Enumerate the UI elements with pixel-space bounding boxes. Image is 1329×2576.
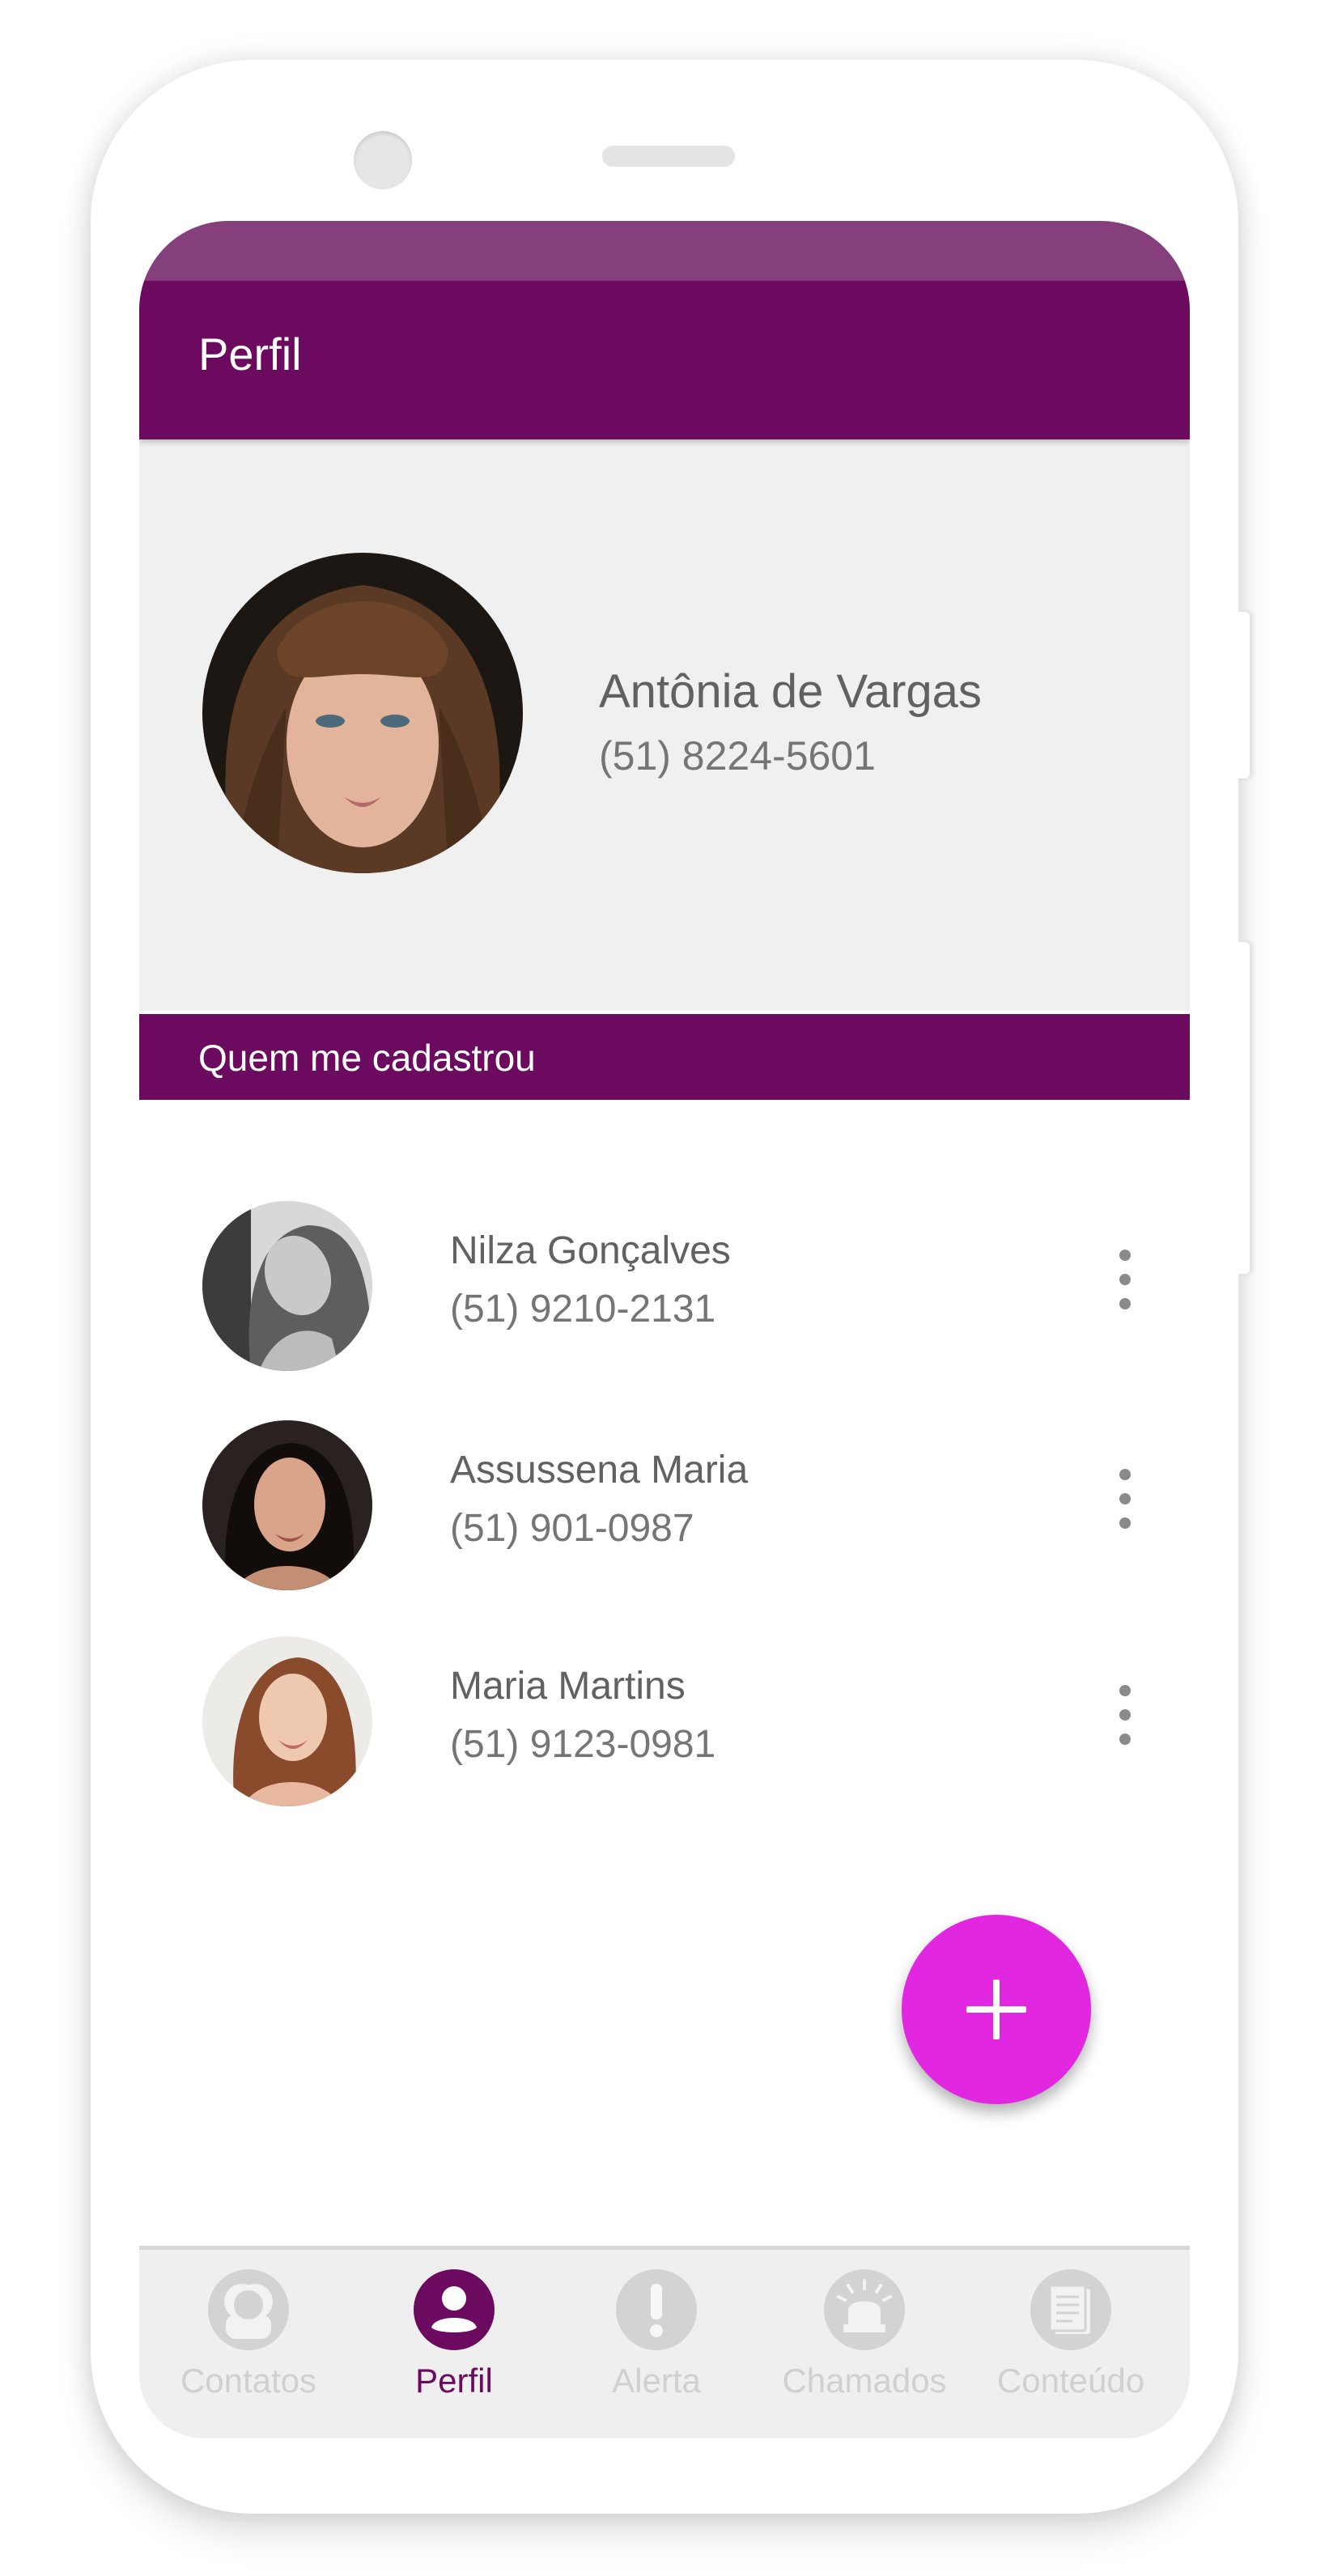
more-vert-icon[interactable]	[1109, 1469, 1141, 1542]
contact-item[interactable]: Maria Martins (51) 9123-0981	[139, 1636, 1190, 1814]
nav-label: Chamados	[782, 2362, 947, 2400]
contact-avatar	[202, 1636, 372, 1806]
contact-item[interactable]: Nilza Gonçalves (51) 9210-2131	[139, 1201, 1190, 1379]
status-bar	[139, 221, 1190, 281]
contact-phone: (51) 901-0987	[450, 1507, 694, 1550]
contact-avatar	[202, 1201, 372, 1371]
earpiece-speaker	[602, 146, 735, 167]
profile-phone: (51) 8224-5601	[599, 733, 876, 779]
nav-item-alerta[interactable]: Alerta	[551, 2250, 762, 2438]
nav-label: Conteúdo	[996, 2362, 1145, 2400]
nav-item-chamados[interactable]: Chamados	[759, 2250, 970, 2438]
alert-icon	[616, 2269, 697, 2350]
contact-avatar	[202, 1420, 372, 1590]
siren-icon	[824, 2269, 905, 2350]
power-button	[1237, 612, 1250, 779]
bottom-navigation: Contatos Perfil Alerta Chamados Conteúdo	[139, 2246, 1190, 2438]
person-icon	[414, 2269, 495, 2350]
contact-phone: (51) 9123-0981	[450, 1723, 716, 1766]
profile-name: Antônia de Vargas	[599, 665, 982, 718]
nav-label: Alerta	[612, 2362, 701, 2400]
profile-avatar[interactable]	[202, 553, 523, 873]
add-contact-button[interactable]	[902, 1915, 1091, 2104]
contact-phone: (51) 9210-2131	[450, 1288, 716, 1330]
volume-button	[1237, 942, 1250, 1274]
contact-name: Assussena Maria	[450, 1449, 749, 1492]
contact-item[interactable]: Assussena Maria (51) 901-0987	[139, 1420, 1190, 1598]
nav-item-contatos[interactable]: Contatos	[143, 2250, 354, 2438]
section-title: Quem me cadastrou	[198, 1037, 536, 1079]
page-title: Perfil	[198, 329, 302, 380]
nav-label: Perfil	[415, 2362, 493, 2400]
nav-label: Contatos	[180, 2362, 317, 2400]
more-vert-icon[interactable]	[1109, 1685, 1141, 1758]
profile-card: Antônia de Vargas (51) 8224-5601	[139, 439, 1190, 1011]
more-vert-icon[interactable]	[1109, 1250, 1141, 1322]
nav-item-perfil[interactable]: Perfil	[349, 2250, 559, 2438]
contact-name: Nilza Gonçalves	[450, 1229, 731, 1272]
front-camera	[354, 131, 412, 189]
contacts-icon	[208, 2269, 289, 2350]
document-icon	[1030, 2269, 1111, 2350]
contact-name: Maria Martins	[450, 1665, 686, 1708]
app-screen: Perfil Antônia de Vargas (51) 8224-5601 …	[139, 221, 1190, 2438]
app-bar: Perfil	[139, 281, 1190, 439]
section-header: Quem me cadastrou	[139, 1014, 1190, 1100]
nav-item-conteudo[interactable]: Conteúdo	[966, 2250, 1176, 2438]
